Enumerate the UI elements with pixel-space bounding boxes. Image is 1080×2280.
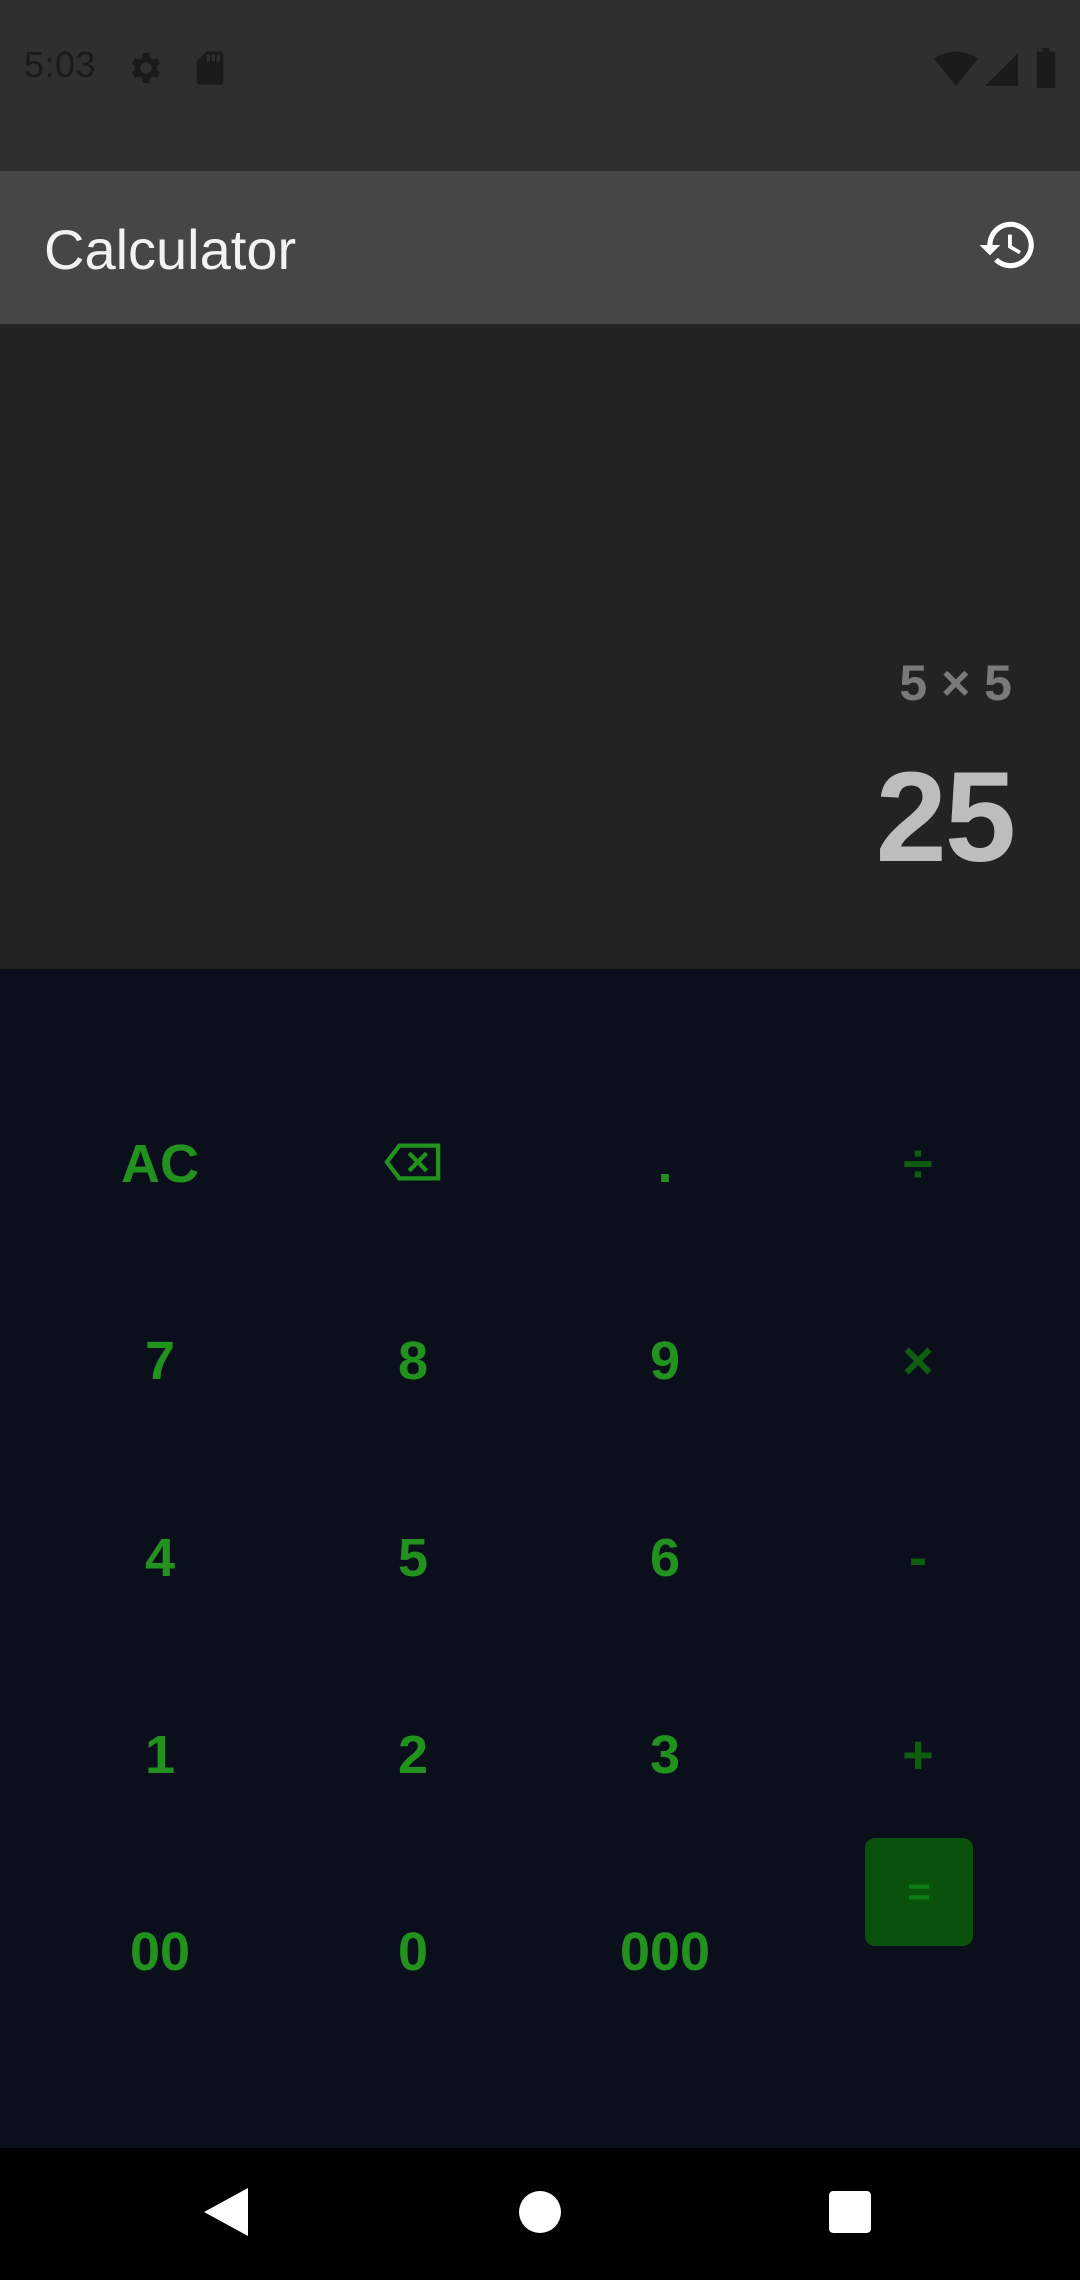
digit-9-button[interactable]: 9 xyxy=(565,1301,765,1421)
wifi-icon xyxy=(934,48,978,88)
backspace-button[interactable] xyxy=(313,1104,513,1224)
cell-signal-icon xyxy=(982,48,1022,88)
recents-button[interactable] xyxy=(810,2174,890,2254)
digit-0-button[interactable]: 0 xyxy=(313,1892,513,2012)
battery-icon xyxy=(1034,48,1058,88)
decimal-button[interactable]: . xyxy=(565,1104,765,1224)
divide-button[interactable]: ÷ xyxy=(818,1104,1018,1224)
history-button[interactable] xyxy=(964,203,1052,291)
equals-button[interactable]: = xyxy=(865,1838,973,1946)
recents-icon xyxy=(829,2190,871,2238)
subtract-button[interactable]: - xyxy=(818,1498,1018,1618)
history-icon xyxy=(977,214,1039,281)
app-bar: Calculator xyxy=(0,171,1080,324)
digit-1-button[interactable]: 1 xyxy=(60,1695,260,1815)
app-title: Calculator xyxy=(44,218,297,281)
digit-2-button[interactable]: 2 xyxy=(313,1695,513,1815)
digit-4-button[interactable]: 4 xyxy=(60,1498,260,1618)
back-button[interactable] xyxy=(186,2174,266,2254)
double-zero-button[interactable]: 00 xyxy=(60,1892,260,2012)
home-button[interactable] xyxy=(500,2174,580,2254)
digit-8-button[interactable]: 8 xyxy=(313,1301,513,1421)
keypad: AC . ÷ 7 8 9 × 4 5 6 - 1 2 3 + 00 0 000 … xyxy=(0,969,1080,2148)
home-icon xyxy=(519,2190,561,2238)
status-bar: 5:03 xyxy=(0,0,1080,171)
result-text: 25 xyxy=(875,746,1016,889)
status-time: 5:03 xyxy=(24,44,97,85)
clear-button[interactable]: AC xyxy=(60,1104,260,1224)
backspace-icon xyxy=(384,1133,442,1195)
navigation-bar xyxy=(0,2148,1080,2280)
digit-5-button[interactable]: 5 xyxy=(313,1498,513,1618)
digit-3-button[interactable]: 3 xyxy=(565,1695,765,1815)
gear-icon xyxy=(126,48,166,88)
digit-6-button[interactable]: 6 xyxy=(565,1498,765,1618)
triple-zero-button[interactable]: 000 xyxy=(565,1892,765,2012)
expression-text: 5 × 5 xyxy=(899,655,1012,711)
back-icon xyxy=(204,2187,248,2241)
calculator-display: 5 × 5 25 xyxy=(0,324,1080,969)
digit-7-button[interactable]: 7 xyxy=(60,1301,260,1421)
multiply-button[interactable]: × xyxy=(818,1301,1018,1421)
add-button[interactable]: + xyxy=(818,1695,1018,1815)
sd-card-icon xyxy=(190,48,230,88)
